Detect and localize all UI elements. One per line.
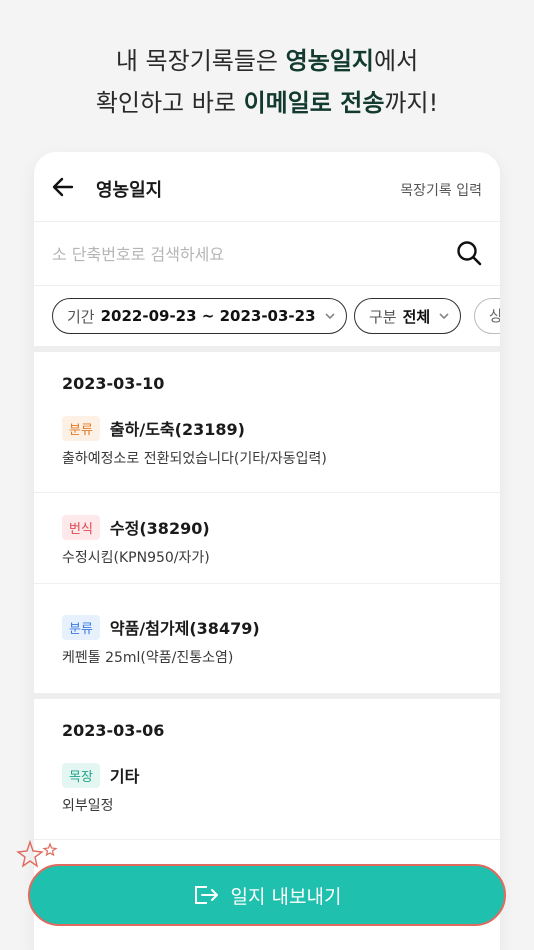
category-filter-chip[interactable]: 구분 전체: [354, 298, 462, 334]
chip-label: 기간: [67, 307, 95, 326]
date-group: 2023-03-06 목장 기타 외부일정: [34, 699, 500, 840]
category-tag: 목장: [62, 762, 100, 788]
list-item[interactable]: 분류 출하/도축(23189) 출하예정소로 전환되었습니다(기타/자동입력): [34, 412, 500, 493]
period-filter-chip[interactable]: 기간 2022-09-23 ~ 2023-03-23: [52, 298, 347, 334]
date-group: 2023-03-10 분류 출하/도축(23189) 출하예정소로 전환되었습니…: [34, 352, 500, 693]
top-bar: 영농일지 목장기록 입력: [34, 152, 500, 222]
headline-text: 내 목장기록들은: [115, 47, 286, 75]
back-arrow-icon[interactable]: [52, 176, 74, 198]
export-icon: [194, 886, 218, 904]
search-bar: [34, 222, 500, 286]
entry-description: 출하예정소로 전환되었습니다(기타/자동입력): [62, 451, 327, 467]
page-title: 영농일지: [96, 180, 163, 201]
headline-text: 에서: [373, 47, 419, 75]
headline-text: 확인하고 바로: [95, 89, 244, 117]
row-divider: [34, 839, 500, 840]
category-tag: 번식: [62, 514, 100, 540]
row-divider: [34, 583, 500, 584]
chevron-down-icon: [439, 313, 449, 320]
export-button-label: 일지 내보내기: [230, 885, 342, 908]
headline-text: 까지!: [384, 89, 439, 117]
chip-value: 전체: [402, 307, 431, 326]
entry-title: 수정(38290): [109, 519, 210, 538]
entry-title: 약품/첨가제(38479): [109, 619, 260, 638]
app-screen: 영농일지 목장기록 입력 기간 2022-09-23 ~ 2023-03-23 …: [34, 152, 500, 950]
list-item[interactable]: 목장 기타 외부일정: [34, 759, 500, 840]
entry-title: 기타: [109, 767, 140, 786]
date-header: 2023-03-10: [62, 374, 165, 393]
more-filter-chip[interactable]: 상: [474, 298, 500, 334]
chevron-down-icon: [324, 313, 335, 320]
entry-description: 케펜톨 25ml(약품/진통소염): [62, 650, 234, 666]
headline-bold: 영농일지: [285, 47, 374, 75]
list-item[interactable]: 번식 수정(38290) 수정시킴(KPN950/자가): [34, 493, 500, 593]
entry-description: 외부일정: [62, 798, 114, 814]
farm-record-input-link[interactable]: 목장기록 입력: [400, 180, 482, 200]
headline-line-1: 내 목장기록들은 영농일지에서: [0, 40, 534, 82]
chip-label: 구분: [369, 307, 397, 326]
entry-description: 수정시킴(KPN950/자가): [62, 550, 210, 566]
entry-title: 출하/도축(23189): [109, 420, 245, 439]
list-item[interactable]: 분류 약품/첨가제(38479) 케펜톨 25ml(약품/진통소염): [34, 593, 500, 693]
search-input[interactable]: [52, 238, 432, 270]
headline-line-2: 확인하고 바로 이메일로 전송까지!: [0, 82, 534, 124]
category-tag: 분류: [62, 415, 100, 441]
date-header: 2023-03-06: [62, 721, 165, 740]
export-journal-button[interactable]: 일지 내보내기: [28, 864, 506, 926]
search-icon[interactable]: [456, 240, 482, 266]
chip-value: 2022-09-23 ~ 2023-03-23: [100, 307, 316, 325]
filter-bar: 기간 2022-09-23 ~ 2023-03-23 구분 전체 상: [34, 286, 500, 346]
headline-bold: 이메일로 전송: [243, 89, 385, 117]
promo-headline: 내 목장기록들은 영농일지에서 확인하고 바로 이메일로 전송까지!: [0, 40, 534, 124]
category-tag: 분류: [62, 614, 100, 640]
